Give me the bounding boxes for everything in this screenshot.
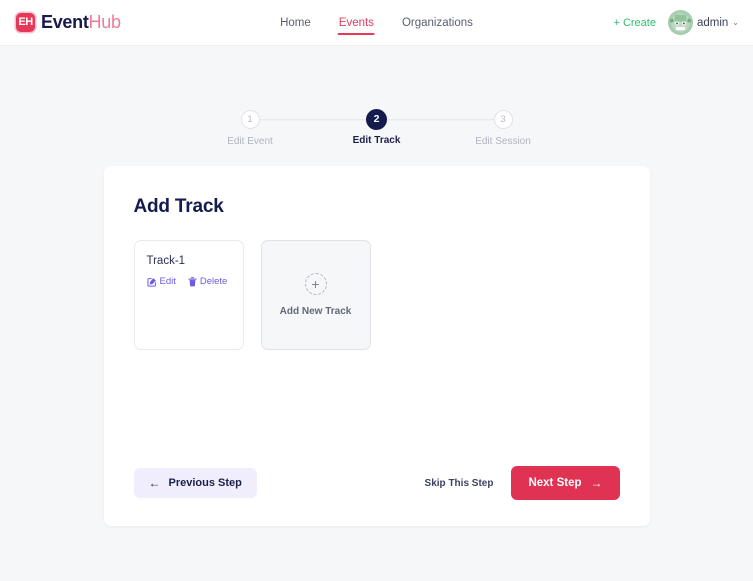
user-menu[interactable]: admin ⌄	[667, 10, 739, 35]
footer-right-group: Skip This Step Next Step →	[425, 466, 620, 500]
panel-footer: ← Previous Step Skip This Step Next Step…	[133, 466, 620, 500]
main-nav: Home Events Organizations	[279, 13, 474, 35]
page-title: Add Track	[133, 196, 224, 217]
avatar[interactable]	[667, 10, 693, 35]
brand-name: EventHub	[41, 12, 121, 33]
edit-icon	[146, 277, 156, 287]
next-step-button[interactable]: Next Step →	[511, 466, 620, 500]
nav-right-group: + Create admin ⌄	[613, 10, 739, 35]
next-step-label: Next Step	[528, 477, 582, 489]
track-card[interactable]: Track-1 Edit Delete	[133, 240, 244, 350]
nav-item-events[interactable]: Events	[337, 13, 376, 35]
add-new-track-card[interactable]: + Add New Track	[260, 240, 371, 350]
trash-icon	[188, 276, 197, 286]
edit-track-label: Edit	[159, 276, 176, 287]
eventhub-logo-icon: EH	[16, 13, 35, 32]
plus-icon: +	[304, 273, 327, 295]
chevron-down-icon: ⌄	[732, 17, 739, 27]
step-2-circle: 2	[366, 109, 387, 130]
previous-step-button[interactable]: ← Previous Step	[133, 468, 257, 498]
brand-name-second: Hub	[88, 12, 121, 32]
nav-item-organizations[interactable]: Organizations	[401, 13, 474, 33]
tracks-list: Track-1 Edit Delete + Add New Track	[133, 240, 620, 350]
nav-item-home[interactable]: Home	[279, 13, 312, 33]
top-navigation-bar: EH EventHub Home Events Organizations + …	[0, 0, 753, 46]
arrow-right-icon: →	[590, 476, 603, 490]
skip-this-step-link[interactable]: Skip This Step	[425, 478, 494, 489]
step-edit-track[interactable]: 2 Edit Track	[353, 109, 400, 146]
step-2-label: Edit Track	[352, 135, 401, 146]
previous-step-label: Previous Step	[168, 477, 242, 489]
step-1-label: Edit Event	[227, 136, 273, 147]
user-name-label: admin	[696, 16, 729, 29]
delete-track-label: Delete	[199, 276, 228, 287]
avatar-face-icon	[667, 10, 693, 35]
track-name: Track-1	[146, 255, 186, 267]
step-1-circle: 1	[240, 110, 260, 129]
add-track-panel: Add Track Track-1 Edit Delete + Add New …	[103, 166, 650, 526]
stepper: 1 Edit Event 2 Edit Track 3 Edit Session	[227, 109, 531, 147]
step-3-circle: 3	[493, 110, 513, 129]
brand-name-first: Event	[41, 12, 89, 32]
arrow-left-icon: ←	[148, 476, 161, 490]
add-new-track-label: Add New Track	[279, 306, 352, 317]
stepper-section: 1 Edit Event 2 Edit Track 3 Edit Session	[0, 46, 753, 147]
create-button[interactable]: + Create	[613, 17, 656, 29]
step-edit-event[interactable]: 1 Edit Event	[227, 110, 273, 147]
delete-track-button[interactable]: Delete	[188, 276, 227, 287]
brand-logo[interactable]: EH EventHub	[16, 12, 121, 33]
track-actions: Edit Delete	[146, 276, 231, 287]
step-edit-session[interactable]: 3 Edit Session	[475, 110, 531, 147]
logo-monogram: EH	[18, 16, 33, 28]
stepper-steps: 1 Edit Event 2 Edit Track 3 Edit Session	[227, 109, 531, 147]
step-3-label: Edit Session	[475, 136, 531, 147]
edit-track-button[interactable]: Edit	[146, 276, 176, 287]
